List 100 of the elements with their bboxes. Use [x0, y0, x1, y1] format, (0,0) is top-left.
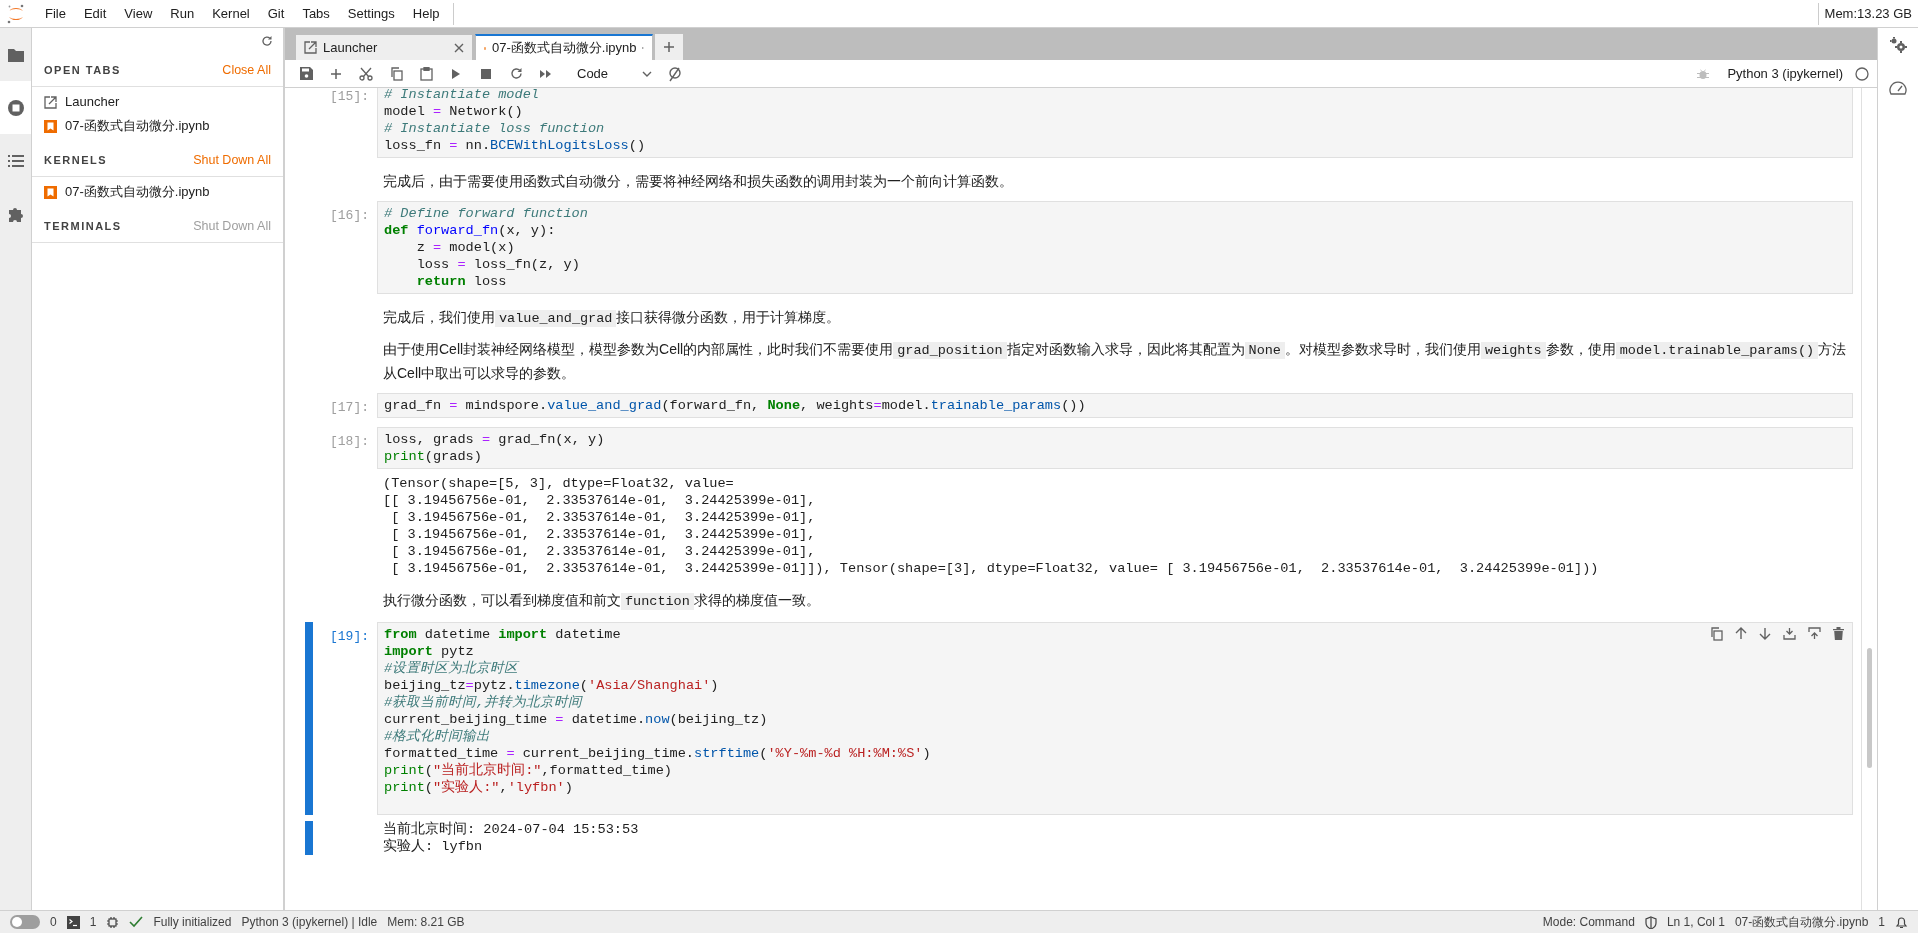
check-icon: [129, 916, 144, 928]
tab[interactable]: Launcher: [295, 34, 473, 60]
code-line: def forward_fn(x, y):: [384, 222, 556, 239]
sidebar-item[interactable]: Launcher: [65, 92, 120, 112]
launcher-icon: [304, 41, 317, 54]
code-line: #获取当前时间,并转为北京时间: [384, 694, 583, 711]
bell-icon[interactable]: [1895, 915, 1908, 929]
fast-forward-icon[interactable]: [539, 68, 553, 79]
code-line: import pytz: [384, 643, 474, 660]
code-cell[interactable]: [377, 622, 1853, 815]
output-line: [[ 3.19456756e-01, 2.33537614e-01, 3.24425399e-01],: [382, 492, 817, 509]
code-line: loss_fn = nn.BCEWithLogitsLoss(): [384, 137, 646, 154]
cell-type-dropdown[interactable]: Code: [577, 63, 653, 84]
insert-above-icon[interactable]: [1783, 627, 1796, 640]
code-line: # Define forward function: [384, 205, 588, 222]
output-line: [ 3.19456756e-01, 2.33537614e-01, 3.24425399e-01],: [390, 526, 817, 543]
simple-mode-toggle[interactable]: [10, 915, 40, 929]
active-output-bar: [305, 821, 313, 855]
menu-item[interactable]: Tabs: [293, 3, 339, 24]
caret-icon: [642, 70, 653, 77]
menu-item[interactable]: Git: [258, 3, 294, 24]
code-cell[interactable]: grad_fn = mindspore.value_and_grad(forward_fn, None, weights=model.trainable_params()): [377, 393, 1853, 418]
code-line: return loss: [415, 273, 507, 290]
copy-icon[interactable]: [389, 66, 403, 81]
code-line: model = Network(): [384, 103, 523, 120]
markdown-paragraph: 由于使用Cell封装神经网络模型，模型参数为Cell的内部属性，此时我们不需要使用 grad_position 指定对函数输入求导，因此将其配置为 None 。对模型参数求导时，我们使用 weights 参数，使用 model.trainable_params() 方法从Cell中取出可以求导的参数。: [382, 340, 1848, 383]
scrollbar-thumb[interactable]: [1867, 648, 1872, 768]
section-title: OPEN TABS: [44, 62, 121, 78]
menu-item[interactable]: Edit: [74, 3, 116, 24]
arrow-down-icon[interactable]: [1759, 627, 1771, 640]
run-icon[interactable]: [451, 67, 461, 80]
code-cell[interactable]: loss, grads = grad_fn(x, y) print(grads): [377, 427, 1853, 469]
trash-icon[interactable]: [1833, 627, 1844, 640]
arrow-up-icon[interactable]: [1735, 627, 1747, 640]
paste-icon[interactable]: [419, 66, 433, 81]
memory-usage: Mem:13.23 GB: [1824, 4, 1912, 23]
code-line: z = model(x): [415, 239, 515, 256]
code-line: current_beijing_time = datetime.now(beijing_tz): [384, 711, 768, 728]
logo-icon[interactable]: [6, 2, 26, 25]
new-tab-button[interactable]: [655, 34, 683, 60]
terminal-count[interactable]: 0: [50, 913, 57, 931]
cell-prompt: [16]:: [329, 207, 370, 225]
add-icon[interactable]: [330, 67, 342, 80]
kernel-info[interactable]: Python 3 (ipykernel) | Idle: [241, 913, 378, 931]
duplicate-icon[interactable]: [1710, 627, 1723, 641]
save-icon[interactable]: [299, 67, 313, 80]
kernel-count[interactable]: 1: [89, 913, 97, 931]
refresh-icon[interactable]: [261, 35, 273, 47]
folder-icon[interactable]: [6, 46, 25, 63]
plus-icon[interactable]: [663, 41, 675, 53]
restart-icon[interactable]: [509, 67, 523, 80]
terminal-icon[interactable]: [66, 915, 80, 929]
code-cell[interactable]: # Instantiate model model = Network() # Instantiate loss function loss_fn = nn.BCEWithLogitsLoss(): [377, 88, 1853, 158]
stop-icon[interactable]: [481, 68, 491, 79]
notification-count[interactable]: 1: [1878, 913, 1885, 931]
code-line: beijing_tz=pytz.timezone('Asia/Shanghai'): [384, 677, 719, 694]
code-line: #格式化时间输出: [384, 728, 491, 745]
output-line: [ 3.19456756e-01, 2.33537614e-01, 3.24425399e-01]]), Tensor(shape=[3], dtype=Float32, value= [ 3.19456756e-01, 2.33537614e-01, 3.24425399e-01])): [390, 560, 1599, 577]
code-line: #设置时区为北京时区: [384, 660, 519, 677]
output-line: 实验人: lyfbn: [382, 838, 484, 855]
insert-below-icon[interactable]: [1808, 627, 1821, 640]
code-line: loss, grads = grad_fn(x, y): [384, 431, 605, 448]
close-icon[interactable]: [454, 42, 464, 53]
menu-item[interactable]: View: [115, 3, 162, 24]
notebook-icon: [44, 185, 57, 199]
chip-icon[interactable]: [106, 915, 120, 929]
kernel-name[interactable]: Python 3 (ipykernel): [1727, 63, 1843, 84]
cell-prompt: [19]:: [329, 628, 370, 646]
gears-icon[interactable]: [1888, 36, 1908, 54]
sidebar-item[interactable]: 07-函数式自动微分.ipynb: [65, 116, 210, 136]
menu-item[interactable]: File: [36, 3, 75, 24]
shield-icon[interactable]: [1644, 915, 1657, 929]
cursor-position[interactable]: Ln 1, Col 1: [1666, 913, 1725, 931]
code-line: loss = loss_fn(z, y): [415, 256, 580, 273]
output-line: [ 3.19456756e-01, 2.33537614e-01, 3.24425399e-01],: [390, 509, 817, 526]
output-line: 当前北京时间: 2024-07-04 15:53:53: [382, 821, 639, 838]
menu-item[interactable]: Settings: [338, 3, 404, 24]
code-line: print("实验人:",'lyfbn'): [384, 779, 573, 796]
launcher-icon: [44, 95, 57, 109]
cell-prompt: [15]:: [329, 88, 370, 106]
cell-prompt: [17]:: [329, 399, 370, 417]
notebook-icon: [44, 119, 57, 133]
output-line: [ 3.19456756e-01, 2.33537614e-01, 3.24425399e-01],: [390, 543, 817, 560]
gauge-icon[interactable]: [1889, 80, 1907, 96]
markdown-paragraph: 执行微分函数，可以看到梯度值和前文 function 求得的梯度值一致。: [382, 591, 821, 612]
memory-usage: Mem: 8.21 GB: [387, 914, 465, 931]
tab[interactable]: 07-函数式自动微分.ipynb: [475, 34, 653, 60]
stop-circle-icon[interactable]: [6, 98, 25, 117]
menu-item[interactable]: Kernel: [203, 3, 259, 24]
code-line: grad_fn = mindspore.value_and_grad(forward_fn, None, weights=model.trainable_params()): [384, 397, 1086, 414]
menu-item[interactable]: Run: [161, 3, 204, 24]
code-cell[interactable]: # Define forward function def forward_fn(x, y): z = model(x) loss = loss_fn(z, y) return loss: [377, 201, 1853, 294]
menu-item[interactable]: Help: [403, 3, 449, 24]
kernel-status: Fully initialized: [153, 914, 232, 931]
cell-prompt: [18]:: [329, 433, 370, 451]
sidebar-item[interactable]: 07-函数式自动微分.ipynb: [65, 182, 210, 202]
list-icon[interactable]: [7, 153, 24, 168]
mode-indicator[interactable]: Mode: Command: [1542, 913, 1635, 931]
file-name: 07-函数式自动微分.ipynb: [1734, 914, 1869, 931]
cut-icon[interactable]: [359, 66, 373, 81]
